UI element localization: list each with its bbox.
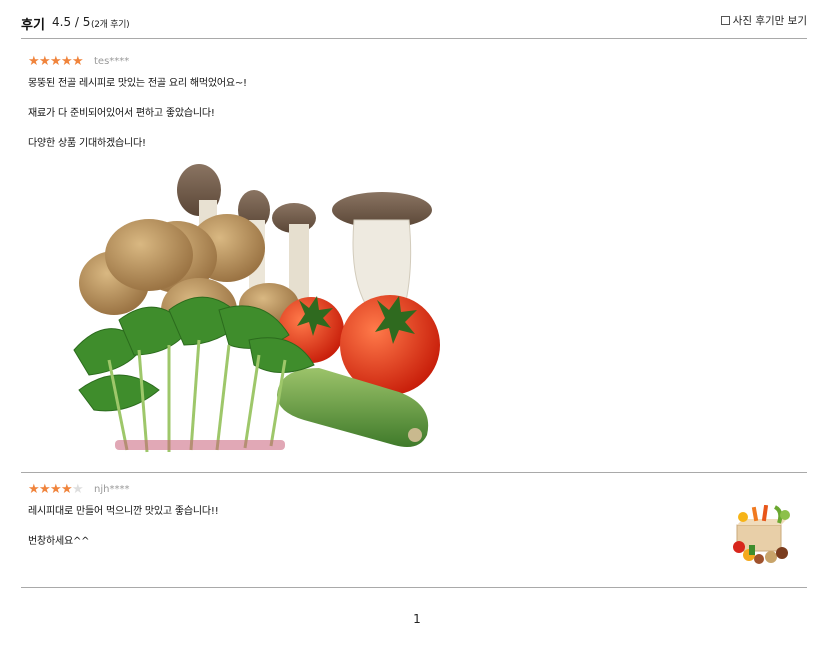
star-icon: ★	[39, 54, 51, 69]
star-icon: ★	[39, 482, 51, 497]
review-text-line: 재료가 다 준비되어있어서 편하고 좋았습니다!	[28, 108, 215, 119]
star-rating: ★ ★ ★ ★ ★	[28, 482, 84, 497]
review-divider	[21, 472, 807, 473]
review-text-line: 다양한 상품 기대하겠습니다!	[28, 138, 146, 149]
star-icon: ★	[72, 54, 84, 69]
star-icon: ★	[50, 54, 62, 69]
reviews-title: 후기	[21, 18, 45, 33]
photo-only-label: 사진 후기만 보기	[732, 15, 807, 27]
review-list-divider	[21, 587, 807, 588]
review-photo-vegetables[interactable]	[49, 160, 444, 465]
review-count: (2개 후기)	[91, 20, 130, 30]
review-item: ★ ★ ★ ★ ★ tes**** 몽뚱된 전골 레시피로 맛있는 전골 요리 …	[21, 55, 807, 465]
star-icon: ★	[61, 54, 73, 69]
review-text-line: 몽뚱된 전골 레시피로 맛있는 전골 요리 해먹었어요~!	[28, 78, 247, 89]
review-item: ★ ★ ★ ★ ★ njh**** 레시피대로 만들어 먹으니깐 맛있고 좋습니…	[21, 483, 807, 583]
star-rating: ★ ★ ★ ★ ★	[28, 54, 84, 69]
star-icon: ★	[50, 482, 62, 497]
review-text-line: 레시피대로 만들어 먹으니깐 맛있고 좋습니다!!	[28, 506, 219, 517]
photo-reviews-only-toggle[interactable]: 사진 후기만 보기	[720, 13, 807, 28]
photo-only-checkbox[interactable]	[720, 16, 730, 25]
star-empty-icon: ★	[72, 482, 84, 497]
header-divider	[21, 38, 807, 39]
pagination: 1	[0, 612, 834, 626]
star-icon: ★	[61, 482, 73, 497]
average-score: 4.5 / 5	[52, 15, 91, 29]
review-text-line: 번창하세요^^	[28, 536, 90, 547]
reviews-header: 후기 4.5 / 5 (2개 후기) 사진 후기만 보기	[21, 12, 807, 36]
page-1-link[interactable]: 1	[413, 612, 421, 626]
reviewer-name: njh****	[94, 484, 130, 495]
star-icon: ★	[28, 54, 40, 69]
star-icon: ★	[28, 482, 40, 497]
reviewer-name: tes****	[94, 56, 130, 67]
review-photo-thumbnail[interactable]	[727, 505, 797, 569]
